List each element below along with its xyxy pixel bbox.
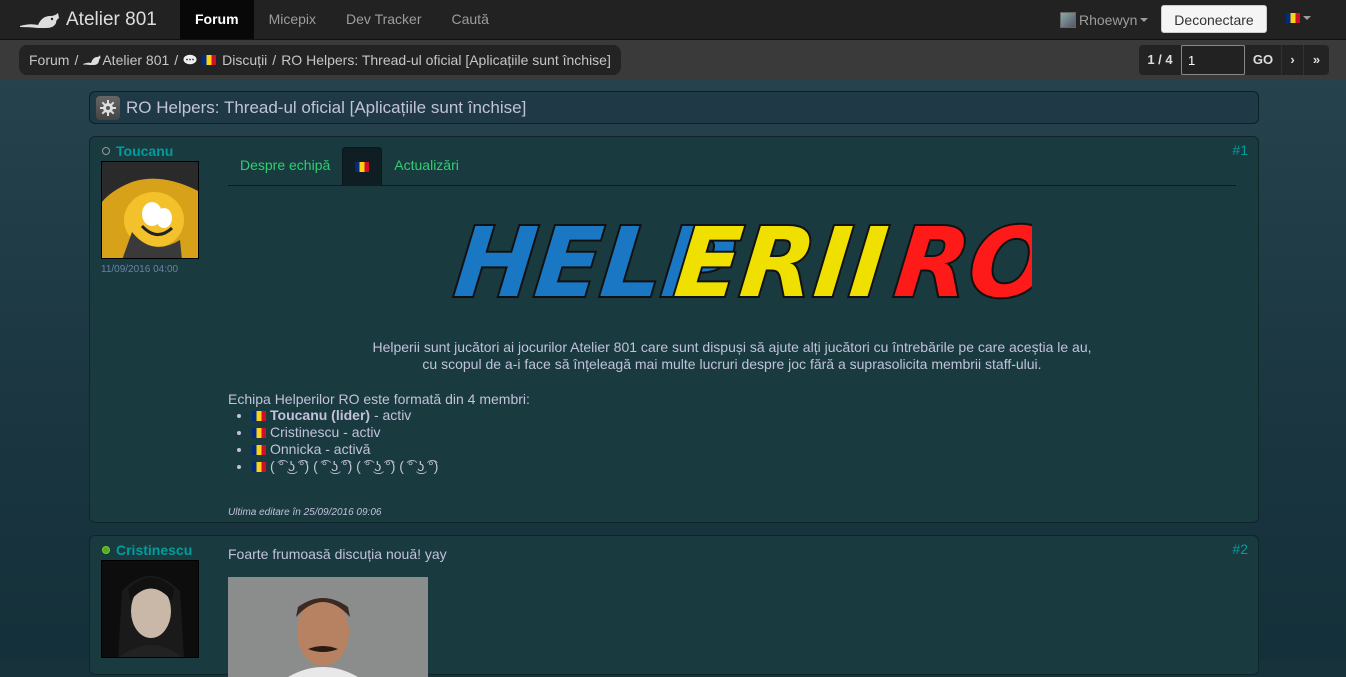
forum-post: Cristinescu #2 Foarte frumoasă discuția … [89,535,1259,677]
main-nav: Forum Micepix Dev Tracker Caută [180,0,504,39]
language-menu[interactable] [1286,13,1311,23]
author-name: Cristinescu [116,542,193,558]
post-author[interactable]: Cristinescu [102,542,192,558]
main-content: RO Helpers: Thread-ul oficial [Aplicații… [0,80,1346,677]
username: Rhoewyn [1079,11,1138,28]
thread-title: RO Helpers: Thread-ul oficial [Aplicații… [126,97,527,117]
helperii-ro-logo: HELP ERII RO [228,204,1236,326]
embedded-gif [228,577,428,677]
romania-flag-icon [1286,13,1300,23]
author-avatar[interactable] [101,560,199,658]
member-status: - activ [370,407,412,423]
intro-text: Helperii sunt jucători ai jocurilor Atel… [228,339,1236,373]
post-body: Despre echipă Actualizări HELP ERII RO H… [228,147,1236,518]
romania-flag-icon [252,428,266,439]
thread-options-button[interactable] [96,95,120,120]
intro-line: Helperii sunt jucători ai jocurilor Atel… [372,339,1092,355]
logo-word-ro: RO [890,207,1032,314]
list-item: Toucanu (lider) - activ [252,407,1236,424]
breadcrumb: Forum / Atelier 801 / Discuții / RO Help… [19,45,621,75]
post-tabs: Despre echipă Actualizări [228,147,1236,186]
mouse-logo-icon [20,12,59,28]
go-button[interactable]: GO [1245,45,1281,75]
nav-tab-micepix[interactable]: Micepix [254,0,331,39]
breadcrumb-separator: / [174,52,179,68]
romania-flag-icon [202,55,217,65]
page-input[interactable] [1181,45,1245,75]
top-navbar: Atelier 801 Forum Micepix Dev Tracker Ca… [0,0,1346,40]
user-menu[interactable]: Rhoewyn [1060,0,1149,39]
breadcrumb-category[interactable]: Discuții [222,52,267,68]
nav-tab-search[interactable]: Caută [437,0,504,39]
member-name: Cristinescu [270,424,340,440]
tab-updates[interactable]: Actualizări [382,147,471,185]
post-body: Foarte frumoasă discuția nouă! yay [228,546,1236,562]
member-status: - activ [339,424,381,440]
team-heading: Echipa Helperilor RO este formată din 4 … [228,391,530,407]
thread-title-bar: RO Helpers: Thread-ul oficial [Aplicații… [89,91,1259,124]
chevron-down-icon [1303,16,1311,20]
breadcrumb-separator: / [272,52,277,68]
next-page-button[interactable]: › [1281,45,1303,75]
tab-about-team[interactable]: Despre echipă [228,147,342,185]
logout-button[interactable]: Deconectare [1161,5,1267,33]
member-list: Toucanu (lider) - activ Cristinescu - ac… [228,407,1236,475]
romania-flag-icon [355,162,370,172]
member-name: ( ͡° ͜ʖ ͡°) ( ͡° ͜ʖ ͡°) ( ͡° ͜ʖ ͡°) ( ͡°… [270,458,439,474]
user-avatar [1060,11,1076,28]
last-page-button[interactable]: » [1303,45,1329,75]
post-author[interactable]: Toucanu [102,143,173,159]
romania-flag-icon [252,462,266,473]
intro-line: cu scopul de a-i face să înțeleagă mai m… [422,356,1042,372]
logo-word-erii: ERII [670,207,893,314]
member-status: - activă [321,441,371,457]
status-offline-icon [102,147,110,155]
embedded-image [228,577,428,677]
brand-link[interactable]: Atelier 801 [20,0,157,39]
member-name: Toucanu (lider) [270,407,371,423]
list-item: Cristinescu - activ [252,424,1236,441]
list-item: ( ͡° ͜ʖ ͡°) ( ͡° ͜ʖ ͡°) ( ͡° ͜ʖ ͡°) ( ͡°… [252,458,1236,475]
author-name: Toucanu [116,143,174,159]
breadcrumb-section[interactable]: Atelier 801 [102,52,169,68]
chevron-down-icon [1140,17,1149,22]
tab-romanian[interactable] [342,147,383,186]
nav-tab-forum[interactable]: Forum [180,0,254,39]
forum-post: Toucanu 11/09/2016 04:00 #1 Despre echip… [89,136,1259,523]
romania-flag-icon [252,411,266,422]
breadcrumb-bar: Forum / Atelier 801 / Discuții / RO Help… [0,40,1346,80]
author-avatar[interactable] [101,161,199,259]
breadcrumb-thread[interactable]: RO Helpers: Thread-ul oficial [Aplicații… [281,52,611,68]
status-online-icon [102,546,110,554]
post-text: Foarte frumoasă discuția nouă! yay [228,546,447,562]
nav-tab-dev-tracker[interactable]: Dev Tracker [331,0,436,39]
helperii-ro-logo-text: HELP ERII RO [448,205,1059,321]
gear-icon [100,99,116,116]
page-count: 1 / 4 [1139,45,1181,75]
last-edited-note: Ultima editare în 25/09/2016 09:06 [228,507,382,518]
pagination: 1 / 4 GO › » [1139,45,1329,75]
post-date: 11/09/2016 04:00 [101,264,179,275]
brand-name: Atelier 801 [66,8,157,30]
list-item: Onnicka - activă [252,441,1236,458]
speech-bubble-icon [183,54,197,65]
avatar-image [102,162,198,258]
mouse-logo-icon [83,55,101,65]
breadcrumb-forum[interactable]: Forum [29,52,69,68]
avatar-image [102,561,198,657]
romania-flag-icon [252,445,266,456]
breadcrumb-separator: / [74,52,79,68]
member-name: Onnicka [270,441,322,457]
